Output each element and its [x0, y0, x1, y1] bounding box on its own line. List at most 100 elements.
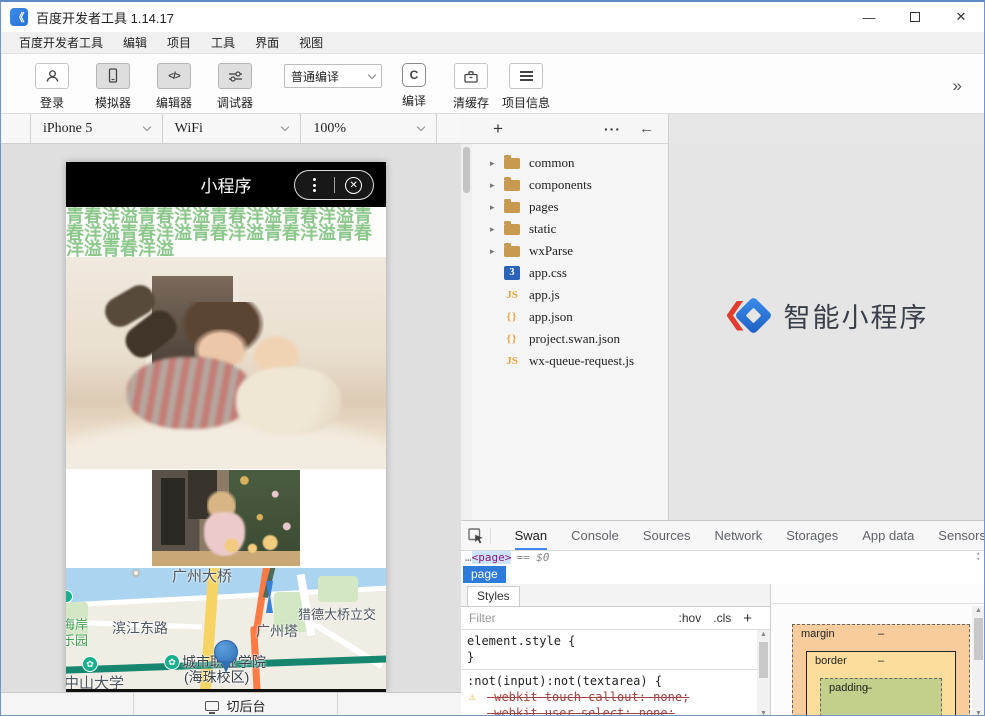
folder-icon: [504, 202, 520, 213]
css-property-strikethrough[interactable]: -webkit-user-select: none;: [467, 705, 751, 716]
tree-file-app-js[interactable]: JS app.js: [472, 284, 668, 306]
explorer-more-button[interactable]: ···: [604, 121, 621, 137]
tab-network[interactable]: Network: [715, 521, 763, 550]
expand-arrow-icon[interactable]: ▸: [490, 224, 504, 235]
minimize-button[interactable]: —: [846, 2, 892, 32]
expand-arrow-icon[interactable]: ▸: [490, 180, 504, 191]
children-photo: [66, 257, 386, 469]
scroll-up-icon[interactable]: ▲: [757, 631, 770, 638]
scroll-up-icon[interactable]: ▲: [972, 607, 985, 614]
devtools-panel: Swan Console Sources Network Storages Ap…: [461, 520, 985, 716]
folder-icon: [504, 246, 520, 257]
tab-sensors[interactable]: Sensors: [938, 521, 985, 550]
scrollbar-thumb[interactable]: [759, 642, 768, 678]
menu-app[interactable]: 百度开发者工具: [9, 32, 113, 53]
tree-file-project-swan-json[interactable]: {} project.swan.json: [472, 328, 668, 350]
monitor-icon: [205, 701, 219, 711]
menu-edit[interactable]: 编辑: [113, 32, 157, 53]
margin-top-value[interactable]: –: [793, 628, 969, 640]
compile-mode-select[interactable]: 普通编译: [284, 64, 382, 88]
element-classes-toggle[interactable]: .cls: [713, 611, 731, 625]
close-miniapp-button[interactable]: ✕: [335, 177, 374, 194]
pseudo-state-toggle[interactable]: :hov: [679, 611, 702, 625]
device-bar-end: [437, 114, 461, 143]
expand-arrow-icon[interactable]: ▸: [490, 246, 504, 257]
new-style-rule-button[interactable]: +: [743, 610, 752, 627]
menu-bar: 百度开发者工具 编辑 项目 工具 界面 视图: [1, 32, 984, 54]
element-style-rule[interactable]: element.style { }: [461, 630, 757, 670]
editor-toggle-button[interactable]: </> 编辑器: [146, 63, 202, 111]
compile-mode-value: 普通编译: [291, 68, 369, 85]
briefcase-icon: [454, 63, 488, 89]
json-file-icon: {}: [504, 333, 520, 345]
scrollbar-thumb[interactable]: [974, 618, 983, 660]
inspect-element-button[interactable]: [467, 528, 491, 544]
network-select-value: WiFi: [175, 121, 283, 137]
zoom-select[interactable]: 100%: [301, 114, 437, 143]
border-top-value[interactable]: –: [807, 655, 955, 667]
tab-storages[interactable]: Storages: [786, 521, 838, 550]
zoom-select-value: 100%: [313, 121, 418, 137]
rule-selector[interactable]: :not(input):not(textarea) {: [467, 673, 751, 689]
menu-tools[interactable]: 工具: [201, 32, 245, 53]
menu-view[interactable]: 视图: [289, 32, 333, 53]
tree-folder-pages[interactable]: ▸ pages: [472, 196, 668, 218]
login-button[interactable]: 登录: [24, 63, 80, 111]
tab-sources[interactable]: Sources: [643, 521, 691, 550]
close-button[interactable]: ✕: [938, 2, 984, 32]
tree-folder-static[interactable]: ▸ static: [472, 218, 668, 240]
network-select[interactable]: WiFi: [163, 114, 302, 143]
tab-console[interactable]: Console: [571, 521, 619, 550]
device-select[interactable]: iPhone 5: [31, 114, 163, 143]
padding-top-value[interactable]: –: [849, 682, 889, 694]
device-select-value: iPhone 5: [43, 121, 144, 137]
more-menu-icon[interactable]: [295, 178, 334, 192]
map-view[interactable]: ✿ ✿ 广州大桥 滨江东路 广州塔 猎德大桥立交 城市职业学院 (海珠校区) 中…: [66, 568, 386, 689]
tab-styles[interactable]: Styles: [467, 586, 520, 606]
switch-background-button[interactable]: 切后台: [134, 693, 338, 716]
rule-selector[interactable]: element.style {: [467, 633, 751, 649]
switch-background-label: 切后台: [226, 696, 265, 715]
breadcrumb-page-chip[interactable]: page: [463, 566, 506, 583]
box-model-margin[interactable]: margin – border – padding – – – – 320 × …: [792, 624, 970, 716]
menu-project[interactable]: 项目: [157, 32, 201, 53]
tree-folder-wxparse[interactable]: ▸ wxParse: [472, 240, 668, 262]
inspect-icon: [468, 528, 485, 544]
collapse-panel-button[interactable]: ←: [639, 120, 654, 137]
box-model-border[interactable]: border – padding – – – – 320 × 1255.860 …: [806, 651, 956, 716]
scroll-down-icon[interactable]: ▼: [757, 710, 770, 716]
box-model-scrollbar[interactable]: ▲ ▼: [972, 606, 985, 716]
not-input-rule[interactable]: :not(input):not(textarea) { ⚠ -webkit-to…: [461, 670, 757, 716]
maximize-button[interactable]: [892, 2, 938, 32]
tree-folder-components[interactable]: ▸ components: [472, 174, 668, 196]
toolbar-overflow-button[interactable]: »: [953, 76, 962, 96]
capsule-menu: ✕: [294, 170, 374, 200]
menu-interface[interactable]: 界面: [245, 32, 289, 53]
compile-icon: C: [402, 63, 426, 87]
expand-arrow-icon[interactable]: ▸: [490, 158, 504, 169]
clear-cache-button[interactable]: 清缓存: [443, 63, 499, 111]
tree-file-app-css[interactable]: 3 app.css: [472, 262, 668, 284]
tab-swan[interactable]: Swan: [515, 521, 548, 550]
styles-filter-input[interactable]: [469, 611, 589, 625]
scroll-down-icon[interactable]: ▼: [972, 710, 985, 716]
box-model-padding[interactable]: padding – – – – 320 × 1255.860 – – –: [820, 678, 942, 716]
simulator-toggle-button[interactable]: 模拟器: [85, 63, 141, 111]
tree-file-wx-queue-request-js[interactable]: JS wx-queue-request.js: [472, 350, 668, 372]
tree-file-app-json[interactable]: {} app.json: [472, 306, 668, 328]
styles-scrollbar[interactable]: ▲ ▼: [757, 630, 770, 716]
selected-dom-tag[interactable]: <page>: [472, 551, 512, 564]
add-file-button[interactable]: +: [493, 119, 503, 139]
expand-arrow-icon[interactable]: ▸: [490, 202, 504, 213]
project-info-button[interactable]: 项目信息: [498, 63, 554, 111]
css-rules-list: element.style { } :not(input):not(textar…: [461, 630, 757, 716]
explorer-scrollbar[interactable]: [461, 144, 472, 520]
css-property-strikethrough[interactable]: ⚠ -webkit-touch-callout: none;: [467, 689, 751, 705]
debugger-toggle-button[interactable]: 调试器: [207, 63, 263, 111]
tab-app-data[interactable]: App data: [862, 521, 914, 550]
dom-tree-row[interactable]: …<page>== $0 ▴▾: [461, 551, 985, 565]
compile-button[interactable]: C 编译: [392, 63, 436, 109]
tree-item-label: common: [529, 155, 575, 171]
tree-folder-common[interactable]: ▸ common: [472, 152, 668, 174]
dom-scrollbar[interactable]: ▴▾: [976, 551, 980, 563]
